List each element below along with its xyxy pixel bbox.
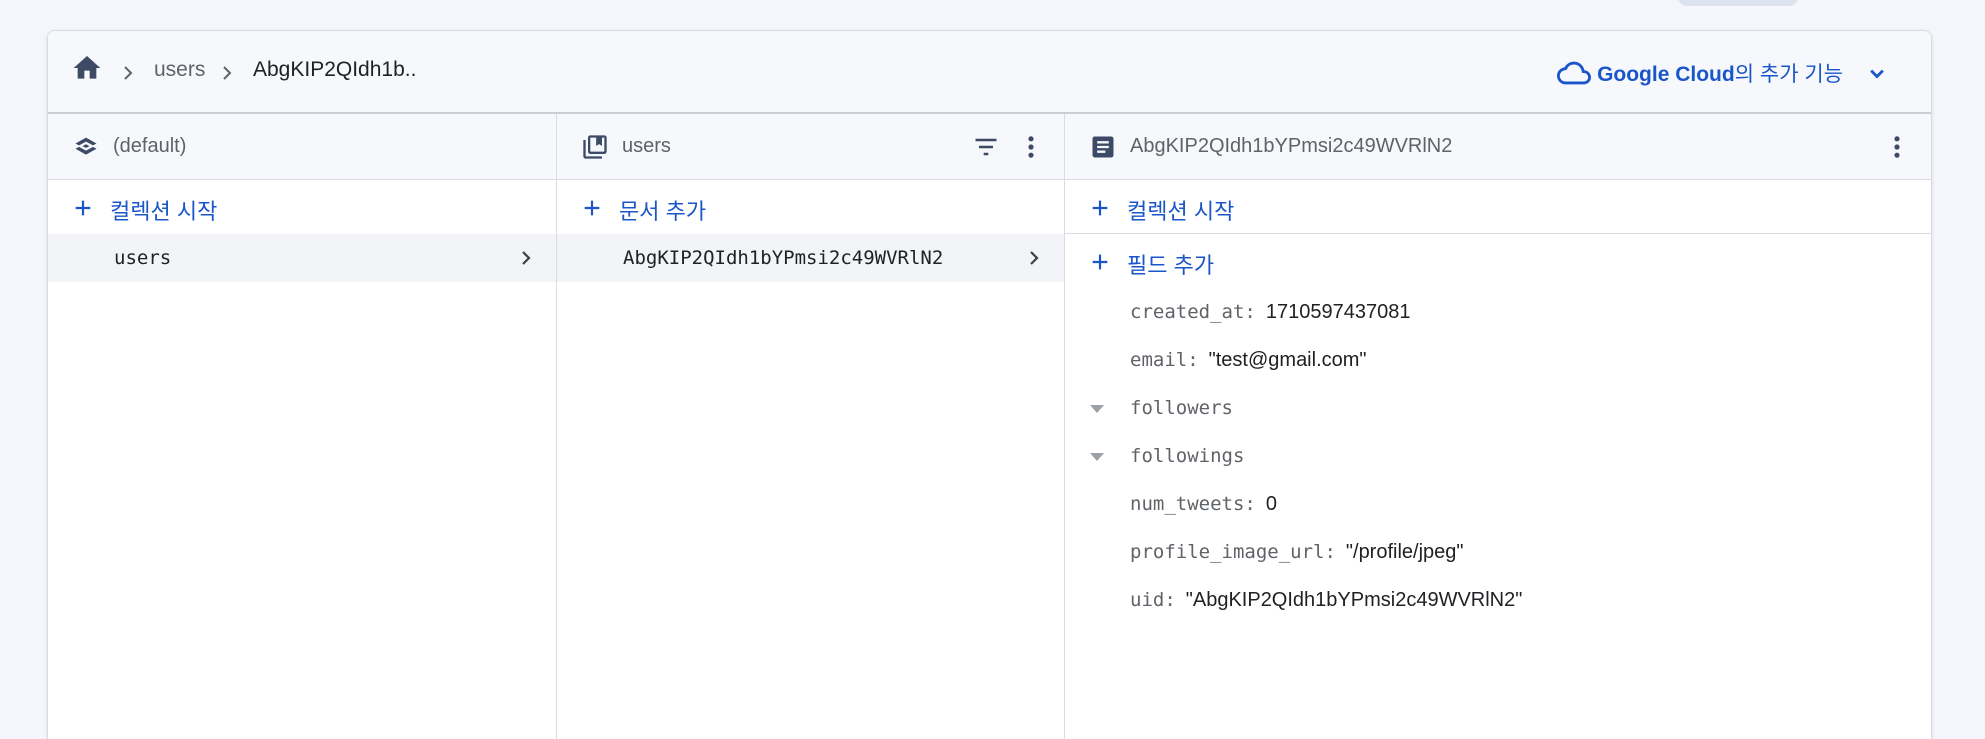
start-collection-label: 컬렉션 시작 xyxy=(110,199,218,224)
field-value: 1710597437081 xyxy=(1265,301,1411,323)
add-document-button[interactable]: 문서 추가 xyxy=(557,180,1064,234)
more-vert-icon[interactable] xyxy=(1883,133,1911,161)
field-email[interactable]: email: "test@gmail.com" xyxy=(1065,336,1931,384)
field-name: email: "test@gmail.com" xyxy=(1130,349,1367,371)
collection-name: users xyxy=(114,247,172,269)
breadcrumb: users AbgKIP2QIdh1b.. Google Cloud의 추가 기… xyxy=(48,31,1931,114)
expand-toggle-icon[interactable] xyxy=(1089,452,1105,462)
chevron-right-icon xyxy=(1030,251,1039,265)
field-name: profile_image_url: "/profile/jpeg" xyxy=(1130,541,1464,563)
field-name: uid: "AbgKIP2QIdh1bYPmsi2c49WVRlN2" xyxy=(1130,589,1523,611)
field-value: "test@gmail.com" xyxy=(1208,349,1367,371)
google-cloud-addons-button[interactable]: Google Cloud의 추가 기능 xyxy=(1557,53,1891,93)
root-column-header: (default) xyxy=(48,114,556,180)
field-name: num_tweets: 0 xyxy=(1130,493,1277,515)
field-created-at[interactable]: created_at: 1710597437081 xyxy=(1065,288,1931,336)
start-collection-button[interactable]: 컬렉션 시작 xyxy=(48,180,556,234)
field-num-tweets[interactable]: num_tweets: 0 xyxy=(1065,480,1931,528)
chevron-right-icon xyxy=(124,66,133,80)
chevron-down-icon xyxy=(1870,69,1884,79)
chevron-right-icon xyxy=(223,66,232,80)
root-column: (default) 컬렉션 시작 users xyxy=(48,114,557,739)
plus-icon xyxy=(584,200,600,216)
field-followings[interactable]: followings xyxy=(1065,432,1931,480)
collection-column: users 문서 추가 AbgKIP2QIdh1bYPmsi2c49WVRlN2 xyxy=(557,114,1065,739)
more-vert-icon[interactable] xyxy=(1017,133,1045,161)
start-subcollection-button[interactable]: 컬렉션 시작 xyxy=(1065,180,1931,234)
field-name: followings xyxy=(1130,445,1245,467)
home-icon[interactable] xyxy=(71,52,103,84)
field-name: followers xyxy=(1130,397,1233,419)
data-columns: (default) 컬렉션 시작 users users 문서 추가 AbgKI… xyxy=(48,114,1931,739)
plus-icon xyxy=(1092,200,1108,216)
document-icon xyxy=(1092,136,1114,158)
collection-icon xyxy=(583,135,607,159)
document-id: AbgKIP2QIdh1bYPmsi2c49WVRlN2 xyxy=(623,247,944,269)
cloud-icon xyxy=(1557,61,1592,85)
firestore-database-icon xyxy=(75,137,97,155)
expand-toggle-icon[interactable] xyxy=(1089,404,1105,414)
breadcrumb-document: AbgKIP2QIdh1b.. xyxy=(253,58,417,81)
root-title: (default) xyxy=(113,135,187,157)
collection-column-header: users xyxy=(557,114,1064,180)
add-document-label: 문서 추가 xyxy=(619,199,707,224)
top-scroll-indicator xyxy=(1678,0,1798,6)
breadcrumb-users[interactable]: users xyxy=(154,58,205,82)
google-cloud-label: Google Cloud의 추가 기능 xyxy=(1597,63,1843,86)
collection-title: users xyxy=(622,135,671,157)
document-column-header: AbgKIP2QIdh1bYPmsi2c49WVRlN2 xyxy=(1065,114,1931,180)
collection-item-users[interactable]: users xyxy=(48,234,556,282)
filter-icon[interactable] xyxy=(972,133,1000,161)
add-field-label: 필드 추가 xyxy=(1127,253,1215,278)
plus-icon xyxy=(1092,254,1108,270)
add-field-button[interactable]: 필드 추가 xyxy=(1065,234,1931,288)
field-value: 0 xyxy=(1265,493,1277,515)
field-value: "AbgKIP2QIdh1bYPmsi2c49WVRlN2" xyxy=(1185,589,1523,611)
field-name: created_at: 1710597437081 xyxy=(1130,301,1411,323)
field-profile-image-url[interactable]: profile_image_url: "/profile/jpeg" xyxy=(1065,528,1931,576)
document-column: AbgKIP2QIdh1bYPmsi2c49WVRlN2 컬렉션 시작 필드 추… xyxy=(1065,114,1931,739)
field-uid[interactable]: uid: "AbgKIP2QIdh1bYPmsi2c49WVRlN2" xyxy=(1065,576,1931,624)
firestore-data-panel: users AbgKIP2QIdh1b.. Google Cloud의 추가 기… xyxy=(47,30,1932,739)
document-title: AbgKIP2QIdh1bYPmsi2c49WVRlN2 xyxy=(1130,135,1453,157)
plus-icon xyxy=(75,200,91,216)
start-subcollection-label: 컬렉션 시작 xyxy=(1127,199,1235,224)
document-item[interactable]: AbgKIP2QIdh1bYPmsi2c49WVRlN2 xyxy=(557,234,1064,282)
field-value: "/profile/jpeg" xyxy=(1345,541,1464,563)
field-followers[interactable]: followers xyxy=(1065,384,1931,432)
chevron-right-icon xyxy=(522,251,531,265)
